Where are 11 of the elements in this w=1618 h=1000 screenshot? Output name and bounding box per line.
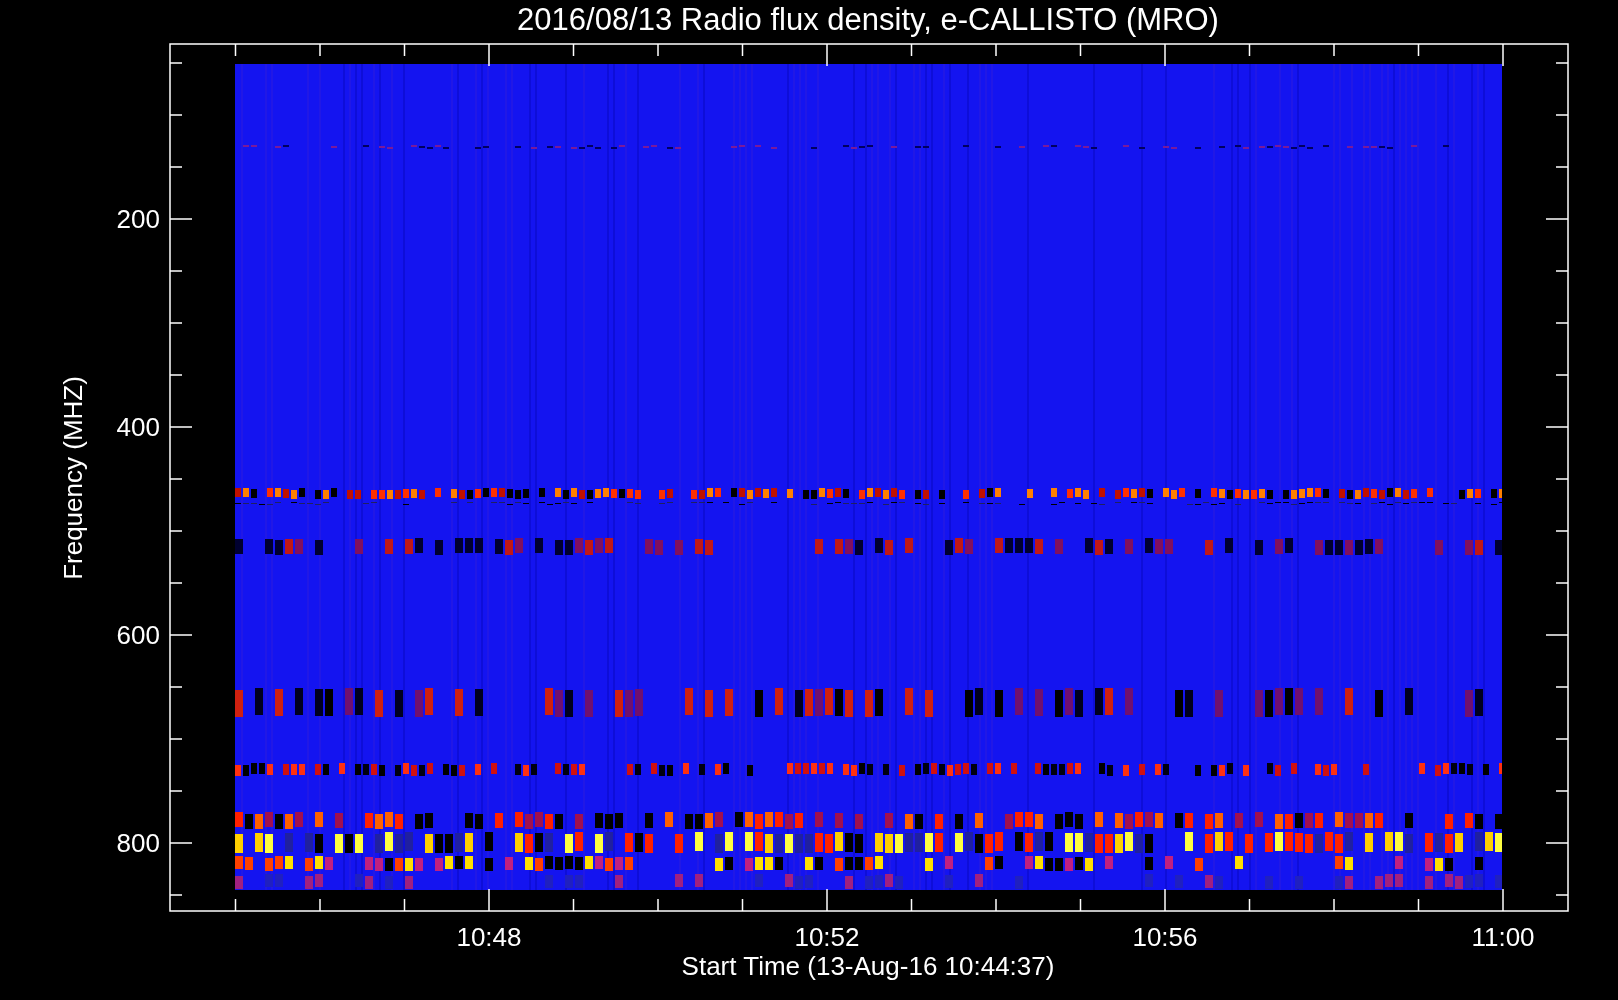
- y-tick-label: 600: [116, 620, 160, 650]
- x-tick-label: 10:56: [1132, 922, 1198, 952]
- y-axis-label: Frequency (MHZ): [58, 376, 88, 580]
- x-tick-label: 10:48: [456, 922, 522, 952]
- chart-title: 2016/08/13 Radio flux density, e-CALLISTO (MRO): [517, 2, 1219, 37]
- x-tick-label: 11:00: [1471, 922, 1535, 952]
- y-tick-label: 200: [116, 204, 160, 234]
- x-axis-label: Start Time (13-Aug-16 10:44:37): [681, 951, 1055, 981]
- y-tick-label: 400: [116, 412, 160, 442]
- y-tick-label: 800: [116, 828, 160, 858]
- x-tick-label: 10:52: [794, 922, 860, 952]
